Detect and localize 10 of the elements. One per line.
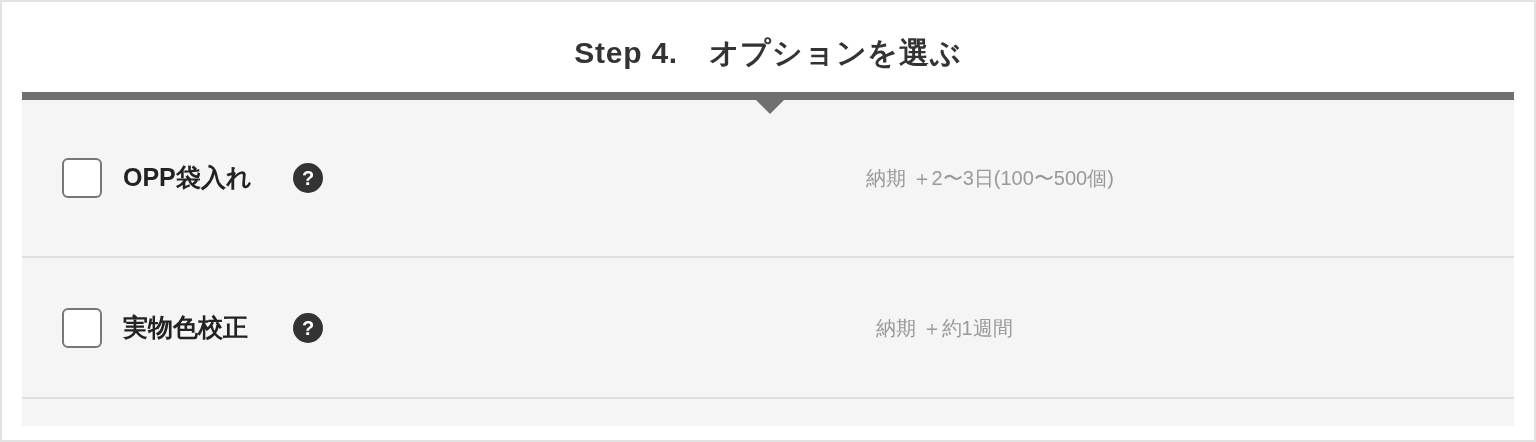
checkbox[interactable] <box>62 158 102 198</box>
pointer-icon <box>756 100 784 114</box>
delivery-note: 納期 ＋約1週間 <box>876 315 1013 341</box>
help-icon[interactable]: ? <box>293 312 323 343</box>
section-title: Step 4. オプションを選ぶ <box>574 34 962 71</box>
delivery-note: 納期 ＋2〜3日(100〜500個) <box>866 166 1114 191</box>
option-label: 実物色校正 <box>123 311 249 343</box>
checkbox[interactable] <box>62 307 102 348</box>
option-label: OPP袋入れ <box>123 162 253 194</box>
help-icon[interactable]: ? <box>293 163 323 193</box>
